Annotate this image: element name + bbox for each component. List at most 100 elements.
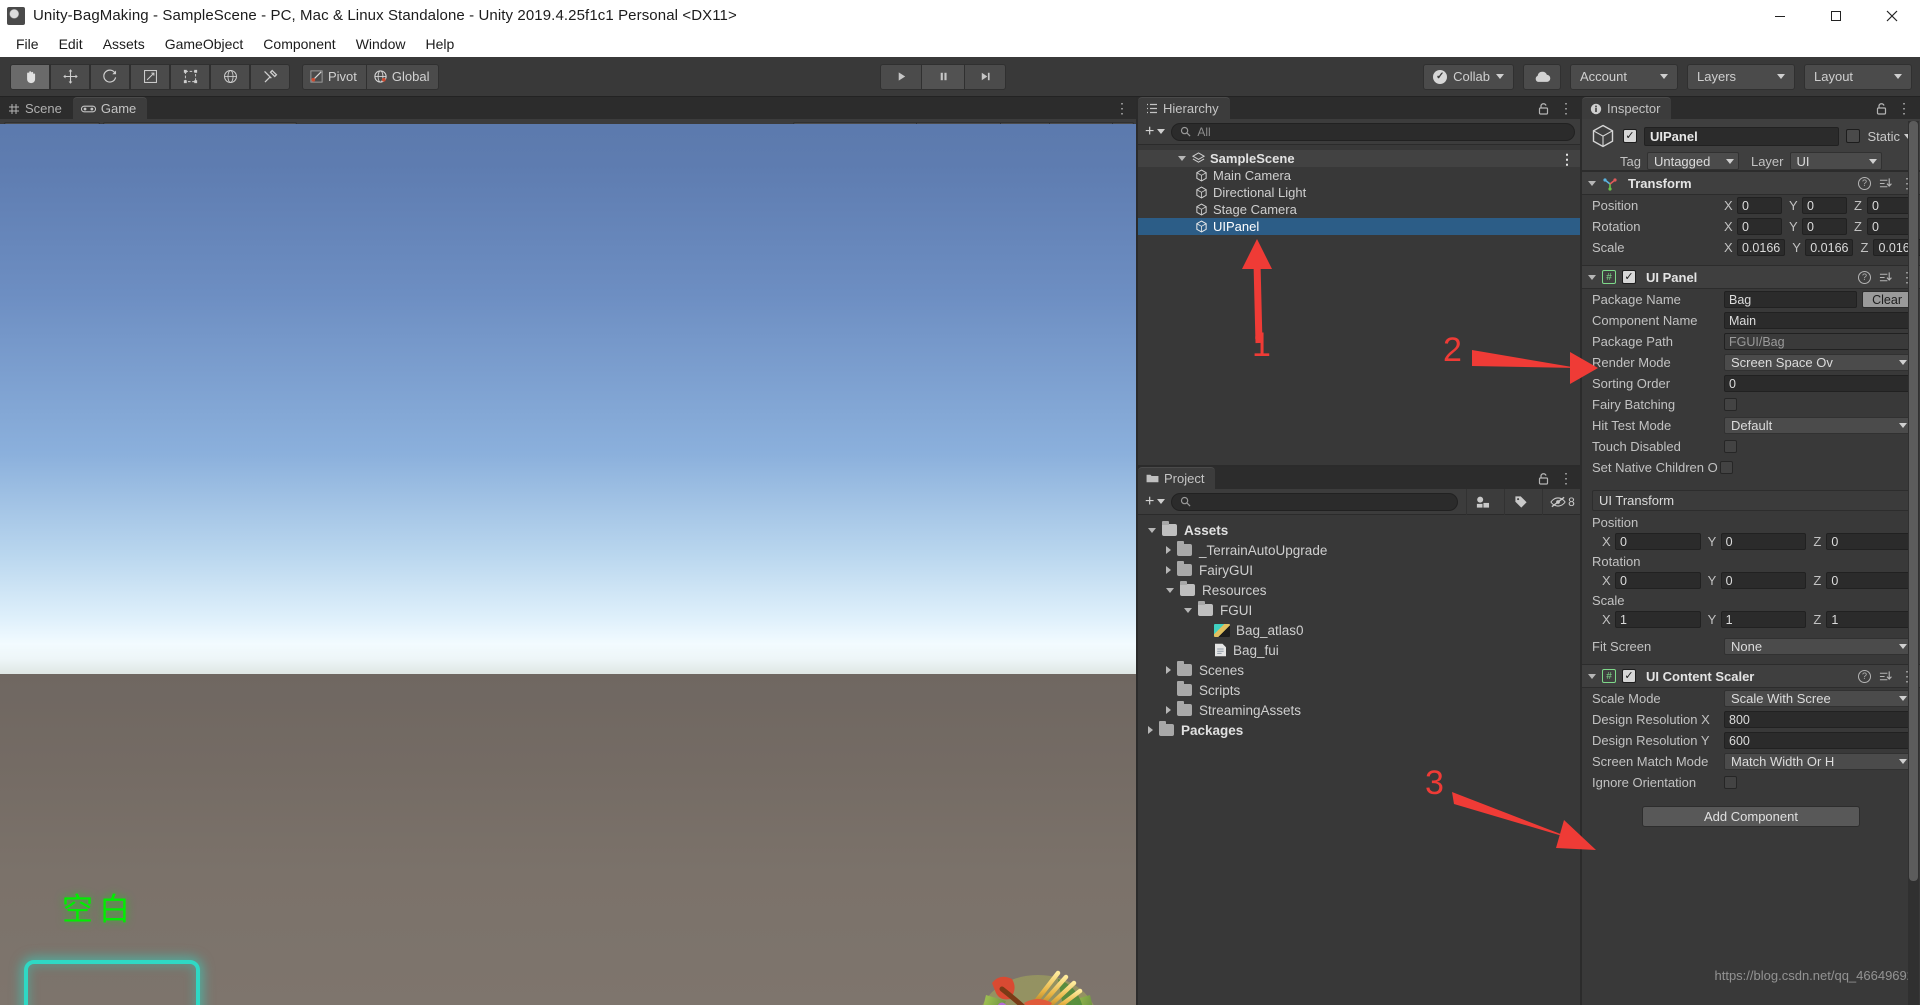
global-toggle-button[interactable]: Global	[366, 63, 440, 90]
project-item-resources[interactable]: Resources	[1138, 580, 1582, 600]
menu-file[interactable]: File	[6, 33, 49, 55]
ui-transform-rotation-z[interactable]: 0	[1826, 572, 1913, 589]
component-header-ui-content-scaler[interactable]: # ✓ UI Content Scaler ? ⋮	[1582, 664, 1920, 688]
project-create-button[interactable]: +	[1145, 493, 1166, 511]
ui-transform-scale-z[interactable]: 1	[1826, 611, 1913, 628]
project-item-fgui[interactable]: FGUI	[1138, 600, 1582, 620]
inspector-scrollbar-thumb[interactable]	[1909, 121, 1918, 881]
cloud-button[interactable]	[1523, 63, 1561, 90]
panel-divider-vertical-1[interactable]	[1136, 97, 1138, 1005]
tab-game[interactable]: Game	[72, 97, 148, 119]
hierarchy-item-uipanel[interactable]: UIPanel	[1138, 218, 1582, 235]
bag-icon[interactable]: 包 囊	[962, 957, 1114, 1005]
hit-test-mode-dropdown[interactable]: Default	[1724, 417, 1912, 434]
hierarchy-item-samplescene[interactable]: SampleScene ⋮	[1138, 150, 1582, 167]
search-by-type-button[interactable]	[1466, 488, 1498, 515]
rotate-tool-button[interactable]	[90, 63, 130, 90]
set-native-children-checkbox[interactable]	[1720, 461, 1733, 474]
minimize-button[interactable]	[1752, 0, 1808, 31]
preset-icon[interactable]	[1879, 271, 1892, 284]
lock-icon[interactable]	[1538, 472, 1549, 485]
project-item-fairygui[interactable]: FairyGUI	[1138, 560, 1582, 580]
search-by-label-button[interactable]	[1504, 488, 1536, 515]
preset-icon[interactable]	[1879, 177, 1892, 190]
ui-transform-position-x[interactable]: 0	[1615, 533, 1701, 550]
chevron-down-icon[interactable]	[1148, 527, 1156, 533]
transform-position-x[interactable]: 0	[1737, 197, 1782, 214]
tab-hierarchy[interactable]: Hierarchy	[1138, 97, 1230, 119]
transform-scale-y[interactable]: 0.0166	[1805, 239, 1854, 256]
ui-panel-enabled-checkbox[interactable]: ✓	[1622, 270, 1636, 284]
transform-tool-button[interactable]	[210, 63, 250, 90]
chevron-right-icon[interactable]	[1166, 706, 1171, 714]
chevron-down-icon[interactable]	[1166, 587, 1174, 593]
component-header-transform[interactable]: Transform ? ⋮	[1582, 171, 1920, 195]
ui-transform-position-z[interactable]: 0	[1826, 533, 1913, 550]
rect-tool-button[interactable]	[170, 63, 210, 90]
kebab-menu-icon[interactable]: ⋮	[1559, 471, 1573, 485]
kebab-menu-icon[interactable]: ⋮	[1560, 152, 1574, 166]
ui-transform-rotation-y[interactable]: 0	[1720, 572, 1807, 589]
lock-icon[interactable]	[1538, 102, 1549, 115]
transform-rotation-y[interactable]: 0	[1802, 218, 1847, 235]
sorting-order-input[interactable]: 0	[1724, 375, 1912, 392]
menu-gameobject[interactable]: GameObject	[155, 33, 254, 55]
menu-component[interactable]: Component	[253, 33, 345, 55]
help-icon[interactable]: ?	[1858, 270, 1871, 284]
project-item-packages[interactable]: Packages	[1138, 720, 1582, 740]
hand-tool-button[interactable]	[10, 63, 50, 90]
menu-assets[interactable]: Assets	[93, 33, 155, 55]
transform-scale-x[interactable]: 0.0166	[1737, 239, 1786, 256]
project-item-bag-atlas0[interactable]: Bag_atlas0	[1138, 620, 1582, 640]
project-search-input[interactable]	[1171, 492, 1458, 511]
pause-button[interactable]	[922, 63, 964, 90]
maximize-button[interactable]	[1808, 0, 1864, 31]
object-enabled-checkbox[interactable]: ✓	[1623, 129, 1637, 143]
clear-button[interactable]: Clear	[1862, 291, 1912, 308]
custom-tool-button[interactable]	[250, 63, 290, 90]
chevron-down-icon[interactable]	[1588, 673, 1596, 679]
menu-window[interactable]: Window	[346, 33, 416, 55]
tab-project[interactable]: Project	[1138, 467, 1216, 489]
preset-icon[interactable]	[1879, 670, 1892, 683]
kebab-menu-icon[interactable]: ⋮	[1115, 101, 1129, 115]
play-button[interactable]	[880, 63, 922, 90]
component-name-input[interactable]: Main	[1724, 312, 1912, 329]
chevron-right-icon[interactable]	[1166, 666, 1171, 674]
chevron-down-icon[interactable]	[1178, 156, 1186, 161]
scale-tool-button[interactable]	[130, 63, 170, 90]
tag-dropdown[interactable]: Untagged	[1646, 152, 1739, 170]
ignore-orientation-checkbox[interactable]	[1724, 776, 1737, 789]
transform-position-z[interactable]: 0	[1867, 197, 1912, 214]
hidden-packages-button[interactable]: 8	[1542, 488, 1582, 515]
project-item-terrainautoupgrade[interactable]: _TerrainAutoUpgrade	[1138, 540, 1582, 560]
static-checkbox[interactable]	[1846, 129, 1861, 143]
screen-match-mode-dropdown[interactable]: Match Width Or H	[1724, 753, 1912, 770]
ui-content-scaler-enabled-checkbox[interactable]: ✓	[1622, 669, 1636, 683]
pivot-toggle-button[interactable]: Pivot	[302, 63, 367, 90]
empty-item-slot[interactable]	[24, 960, 200, 1005]
chevron-down-icon[interactable]	[1588, 180, 1596, 186]
tab-inspector[interactable]: Inspector	[1582, 97, 1672, 119]
package-name-input[interactable]: Bag	[1724, 291, 1858, 308]
ui-transform-scale-y[interactable]: 1	[1720, 611, 1807, 628]
transform-rotation-x[interactable]: 0	[1737, 218, 1782, 235]
touch-disabled-checkbox[interactable]	[1724, 440, 1737, 453]
panel-divider-horizontal[interactable]	[1138, 465, 1582, 467]
tab-scene[interactable]: Scene	[0, 97, 73, 119]
kebab-menu-icon[interactable]: ⋮	[1559, 101, 1573, 115]
ui-transform-scale-x[interactable]: 1	[1615, 611, 1701, 628]
design-resolution-x-input[interactable]: 800	[1724, 711, 1912, 728]
hierarchy-item-stage-camera[interactable]: Stage Camera	[1138, 201, 1582, 218]
step-button[interactable]	[964, 63, 1006, 90]
layer-dropdown[interactable]: UI	[1789, 152, 1882, 170]
object-name-input[interactable]: UIPanel	[1644, 126, 1840, 146]
chevron-right-icon[interactable]	[1148, 726, 1153, 734]
panel-divider-vertical-2[interactable]	[1580, 97, 1582, 1005]
ui-transform-rotation-x[interactable]: 0	[1615, 572, 1701, 589]
project-item-bag-fui[interactable]: Bag_fui	[1138, 640, 1582, 660]
collab-button[interactable]: ✓ Collab	[1423, 63, 1514, 90]
chevron-right-icon[interactable]	[1166, 566, 1171, 574]
account-button[interactable]: Account	[1570, 63, 1678, 90]
scale-mode-dropdown[interactable]: Scale With Scree	[1724, 690, 1912, 707]
